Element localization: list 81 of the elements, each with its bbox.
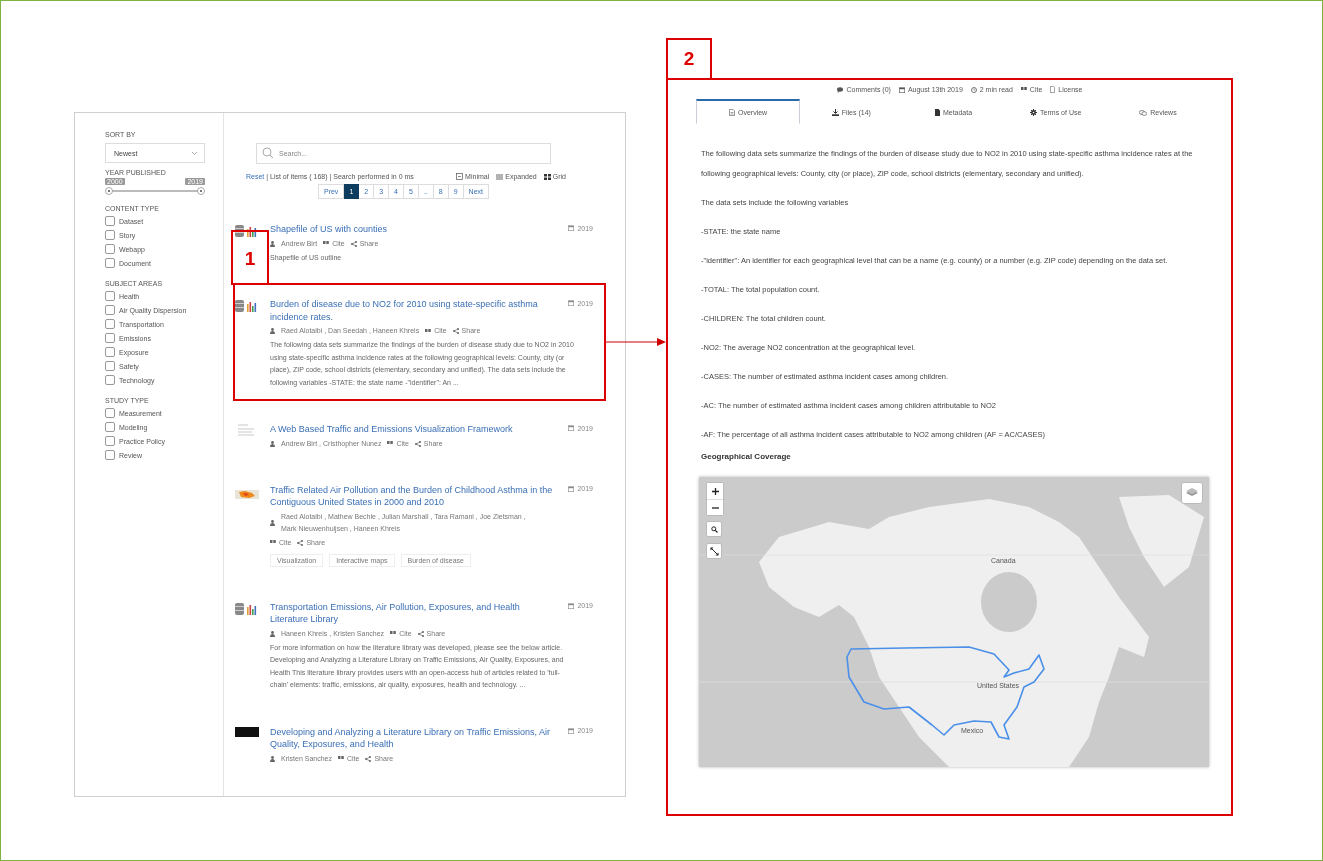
person-icon (270, 630, 275, 637)
comments-icon (1139, 109, 1148, 116)
list-icon (496, 173, 504, 180)
gear-icon (1030, 109, 1038, 116)
result-title-link[interactable]: Shapefile of US with counties (270, 223, 560, 236)
map-search-button[interactable] (706, 521, 722, 537)
document-icon (1050, 86, 1056, 93)
person-icon (270, 240, 275, 247)
checkbox[interactable] (105, 450, 115, 460)
database-chart-icon (235, 299, 257, 313)
calendar-icon (568, 727, 575, 734)
quote-icon (323, 241, 330, 246)
person-icon (270, 440, 275, 447)
checkbox[interactable] (105, 291, 115, 301)
calendar-icon (568, 485, 575, 492)
share-icon (350, 240, 357, 247)
file-icon (934, 109, 940, 116)
checkbox[interactable] (105, 436, 115, 446)
person-icon (270, 328, 275, 334)
quote-icon (1020, 87, 1027, 92)
checkbox[interactable] (105, 258, 115, 268)
checkbox[interactable] (105, 305, 115, 315)
calendar-icon (568, 602, 575, 609)
minus-icon (711, 506, 719, 509)
calendar-icon (568, 300, 575, 306)
checkbox[interactable] (105, 230, 115, 240)
grid-icon (543, 173, 551, 180)
checkbox[interactable] (105, 216, 115, 226)
map-thumbnail (235, 489, 259, 499)
document-icon (729, 108, 735, 116)
layers-icon (1186, 488, 1198, 498)
result-title-link[interactable]: Traffic Related Air Pollution and the Burden of Childhood Asthma in the Contiguous United States in 2000 and 2010 (270, 483, 560, 509)
result-title-link[interactable]: A Web Based Traffic and Emissions Visualization Framework (270, 423, 560, 436)
zoom-out-button[interactable] (707, 499, 723, 515)
share-icon (414, 440, 421, 447)
minus-square-icon (456, 173, 464, 180)
slider-thumb[interactable] (105, 187, 113, 195)
checkbox[interactable] (105, 347, 115, 357)
share-icon (452, 328, 459, 334)
callout-label: 1 (231, 230, 269, 285)
quote-icon (387, 441, 394, 446)
section-heading: Geographical Coverage (701, 451, 792, 463)
photo-placeholder (235, 726, 259, 737)
calendar-icon (568, 225, 575, 231)
share-icon (417, 630, 424, 637)
fullscreen-button[interactable] (706, 543, 722, 559)
calendar-icon (898, 86, 905, 93)
quote-icon (270, 540, 276, 545)
download-icon (831, 109, 839, 116)
expand-arrows-icon (709, 546, 719, 556)
clock-icon (970, 86, 977, 93)
share-icon (297, 539, 304, 546)
checkbox[interactable] (105, 361, 115, 371)
arrow-connector (605, 337, 667, 347)
person-icon (270, 755, 275, 762)
search-icon (710, 525, 718, 533)
checkbox[interactable] (105, 244, 115, 254)
calendar-icon (568, 425, 575, 431)
database-chart-icon (235, 224, 257, 238)
checkbox[interactable] (105, 408, 115, 418)
quote-icon (390, 631, 397, 636)
share-icon (365, 755, 372, 762)
quote-icon (338, 756, 344, 761)
checkbox[interactable] (105, 333, 115, 343)
result-title-link[interactable]: Developing and Analyzing a Literature Library on Traffic Emissions, Air Quality, Exposures, and Health (270, 725, 560, 751)
layers-button[interactable] (1181, 482, 1203, 504)
result-title-link[interactable]: Burden of disease due to NO2 for 2010 using state-specific asthma incidence rates. (270, 298, 560, 323)
checkbox[interactable] (105, 422, 115, 432)
document-thumbnail (235, 424, 257, 438)
result-title-link[interactable]: Transportation Emissions, Air Pollution, Exposures, and Health Literature Library (270, 600, 560, 626)
search-icon (262, 147, 274, 159)
quote-icon (425, 328, 432, 334)
slider-thumb[interactable] (197, 187, 205, 195)
comments-icon (836, 86, 844, 93)
checkbox[interactable] (105, 375, 115, 385)
database-chart-icon (235, 601, 257, 616)
chevron-down-icon (191, 150, 198, 156)
year-range-slider[interactable] (105, 187, 205, 195)
checkbox[interactable] (105, 319, 115, 329)
person-icon (270, 519, 275, 526)
plus-icon (711, 487, 719, 495)
